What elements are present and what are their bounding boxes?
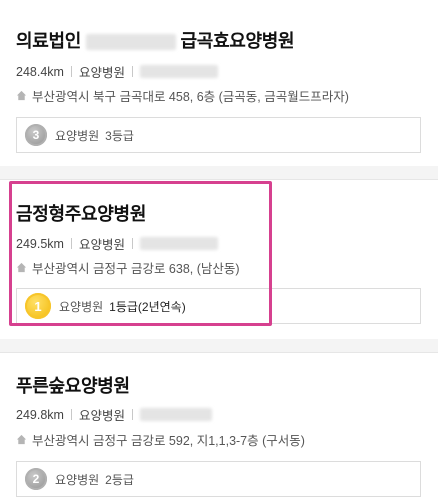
hospital-card[interactable]: 푸른숲요양병원 249.8km 요양병원 부산광역시 금정구 금강로 592, … (0, 352, 438, 503)
redacted-phone (139, 408, 212, 421)
hospital-name[interactable]: 의료법인 급곡효요양병원 (16, 27, 295, 53)
grade-value: 1등급(2년연속) (109, 299, 186, 314)
divider (131, 66, 133, 77)
card-gap (0, 339, 438, 352)
medal-icon: 2 (25, 468, 47, 490)
home-icon (16, 434, 27, 445)
grade-type: 요양병원 (59, 299, 104, 314)
card-gap (0, 166, 438, 179)
redacted-phone (139, 237, 218, 250)
hospital-address: 부산광역시 금정구 금강로 638, (남산동) (16, 258, 240, 277)
home-icon (16, 262, 27, 273)
medal-icon: 3 (25, 124, 47, 146)
divider (131, 409, 133, 420)
hospital-type: 요양병원 (78, 238, 125, 252)
hospital-card[interactable]: 의료법인 급곡효요양병원 248.4km 요양병원 부산광역시 북구 금곡대로 … (0, 0, 438, 166)
hospital-type: 요양병원 (78, 66, 125, 80)
hospital-address: 부산광역시 금정구 금강로 592, 지1,1,3-7층 (구서동) (16, 430, 305, 449)
hospital-name[interactable]: 금정형주요양병원 (16, 200, 146, 226)
home-icon (16, 90, 27, 101)
grade-box: 2 요양병원 2등급 (16, 461, 421, 497)
hospital-meta: 249.5km 요양병원 (16, 234, 218, 253)
grade-value: 2등급 (105, 472, 134, 487)
divider (131, 238, 133, 249)
hospital-type: 요양병원 (78, 409, 125, 423)
grade-type: 요양병원 (55, 128, 100, 143)
distance: 248.4km (16, 64, 64, 79)
hospital-card[interactable]: 금정형주요양병원 249.5km 요양병원 부산광역시 금정구 금강로 638,… (0, 179, 438, 339)
hospital-address: 부산광역시 북구 금곡대로 458, 6층 (금곡동, 금곡월드프라자) (16, 86, 349, 105)
redacted-phone (139, 65, 218, 78)
distance: 249.5km (16, 236, 64, 251)
redacted-name (85, 34, 176, 51)
grade-box: 3 요양병원 3등급 (16, 117, 421, 153)
hospital-meta: 248.4km 요양병원 (16, 62, 218, 81)
divider (70, 409, 72, 420)
distance: 249.8km (16, 407, 64, 422)
divider (70, 238, 72, 249)
grade-type: 요양병원 (55, 472, 100, 487)
grade-box: 1 요양병원 1등급(2년연속) (16, 288, 421, 324)
grade-value: 3등급 (105, 128, 134, 143)
hospital-name[interactable]: 푸른숲요양병원 (16, 372, 130, 398)
medal-icon: 1 (25, 293, 51, 319)
divider (70, 66, 72, 77)
hospital-meta: 249.8km 요양병원 (16, 405, 212, 424)
